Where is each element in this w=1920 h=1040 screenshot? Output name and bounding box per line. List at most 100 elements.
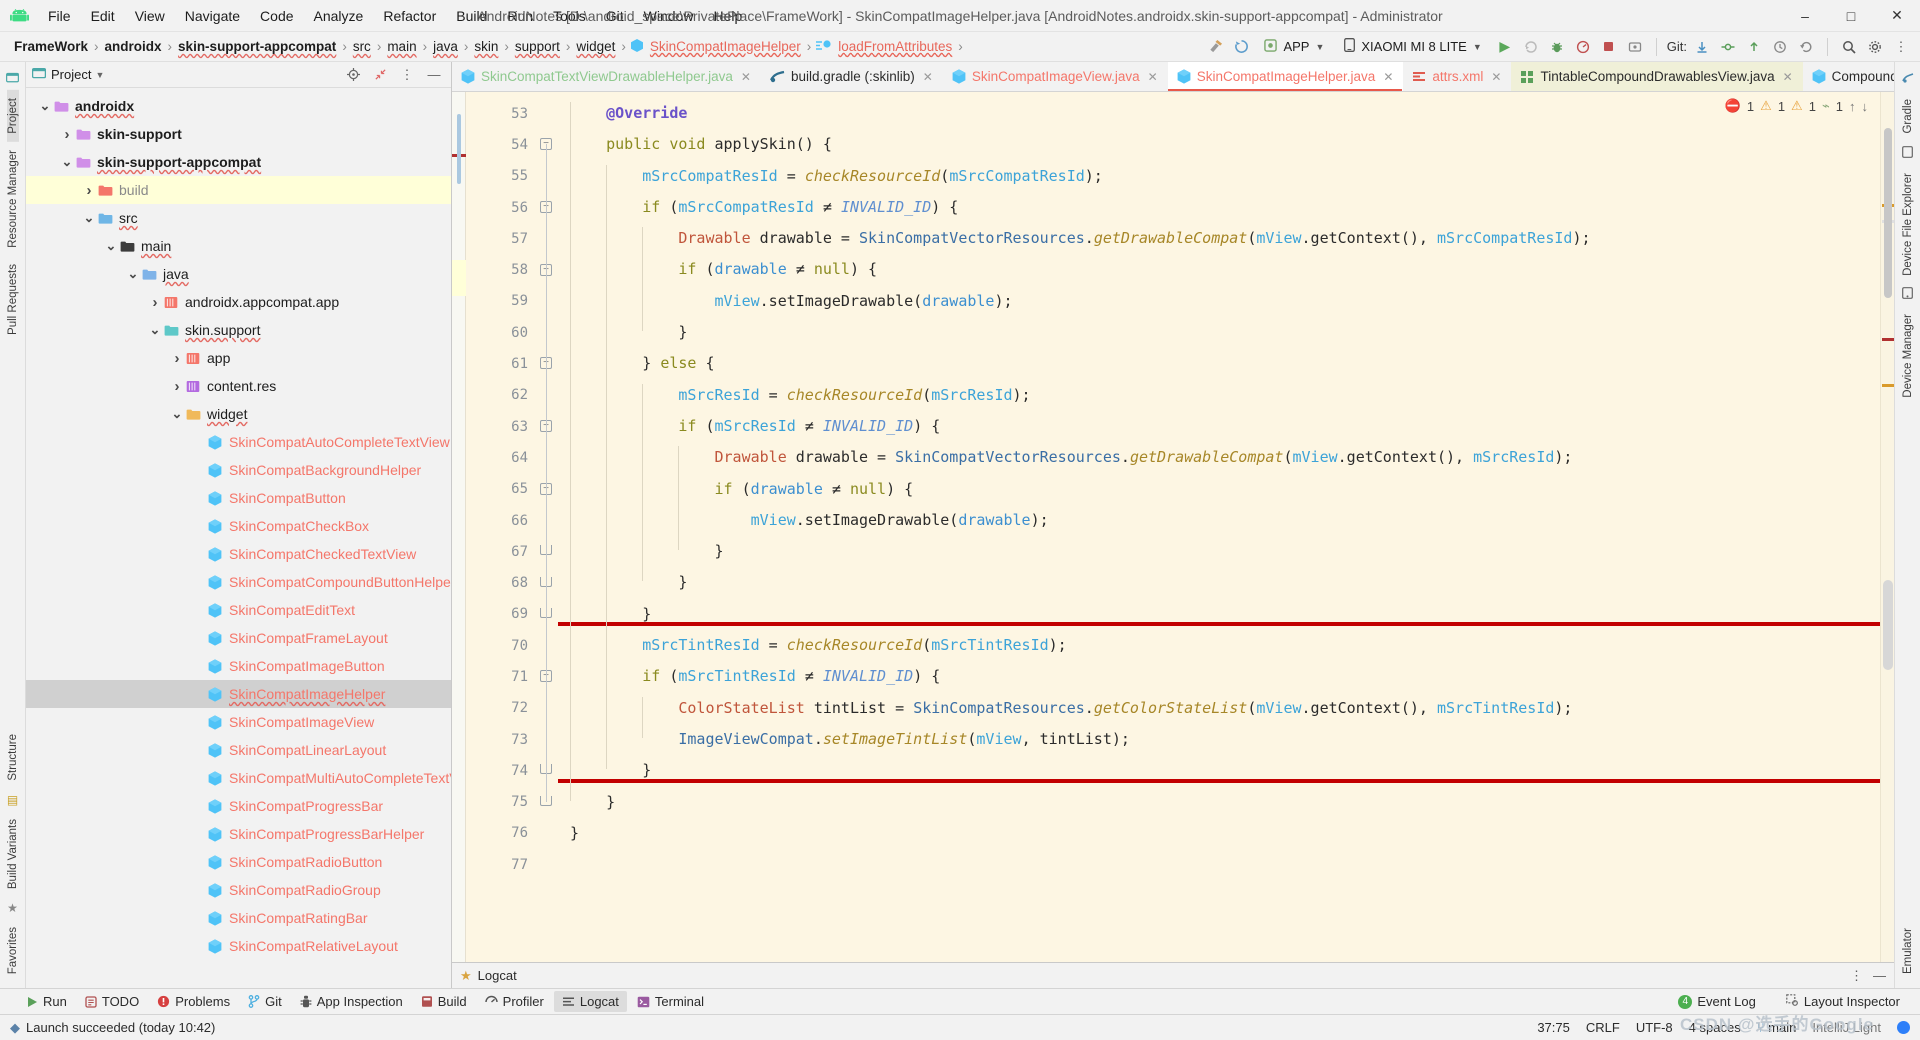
tree-folder-src[interactable]: ⌄ src: [26, 204, 451, 232]
prev-problem-icon[interactable]: ↑: [1849, 99, 1856, 114]
tree-file-SkinCompatEditText[interactable]: SkinCompatEditText: [26, 596, 451, 624]
git-history-icon[interactable]: [1769, 36, 1791, 58]
editor-tab-TintableCompoundDrawablesView.java[interactable]: TintableCompoundDrawablesView.java ✕: [1511, 62, 1803, 91]
tab-close-icon[interactable]: ✕: [1491, 70, 1501, 84]
tree-file-SkinCompatLinearLayout[interactable]: SkinCompatLinearLayout: [26, 736, 451, 764]
tree-file-SkinCompatRadioGroup[interactable]: SkinCompatRadioGroup: [26, 876, 451, 904]
layout-inspector-button[interactable]: Layout Inspector: [1778, 991, 1908, 1012]
breadcrumb-method[interactable]: loadFromAttributes: [834, 39, 956, 54]
error-stripe-marker[interactable]: [1882, 338, 1894, 341]
tab-close-icon[interactable]: ✕: [741, 70, 751, 84]
maximize-button[interactable]: □: [1828, 0, 1874, 31]
editor-tab-bar[interactable]: SkinCompatTextViewDrawableHelper.java ✕ bu…: [452, 62, 1894, 92]
code-folding-column[interactable]: −−−−−−−: [536, 92, 558, 962]
tree-file-SkinCompatImageView[interactable]: SkinCompatImageView: [26, 708, 451, 736]
line-separator[interactable]: CRLF: [1586, 1020, 1620, 1035]
breadcrumb-widget[interactable]: widget: [572, 39, 619, 54]
logcat-header-actions[interactable]: ⋮ —: [1850, 968, 1886, 984]
hammer-icon[interactable]: [1204, 36, 1226, 58]
rail-item-device-file-explorer[interactable]: Device File Explorer: [1902, 165, 1914, 284]
profile-icon[interactable]: [1572, 36, 1594, 58]
menu-tools[interactable]: Tools: [543, 5, 596, 27]
tree-folder-skin.support[interactable]: ⌄ skin.support: [26, 316, 451, 344]
tree-folder-main[interactable]: ⌄ main: [26, 232, 451, 260]
tree-file-SkinCompatFrameLayout[interactable]: SkinCompatFrameLayout: [26, 624, 451, 652]
breadcrumb[interactable]: FrameWork › androidx › skin-support-appc…: [10, 38, 965, 55]
project-tree[interactable]: ⌄ androidx › skin-support ⌄ skin-support-appc…: [26, 88, 451, 988]
tree-folder-skin-support-appcompat[interactable]: ⌄ skin-support-appcompat: [26, 148, 451, 176]
tree-file-SkinCompatBackgroundHelper[interactable]: SkinCompatBackgroundHelper: [26, 456, 451, 484]
git-push-icon[interactable]: [1743, 36, 1765, 58]
rail-item-gradle[interactable]: Gradle: [1902, 91, 1914, 142]
tool-window-bar-right[interactable]: 4 Event Log Layout Inspector: [1670, 991, 1920, 1012]
rail-item-pull-requests[interactable]: Pull Requests: [7, 256, 19, 343]
breadcrumb-support[interactable]: support: [511, 39, 564, 54]
tree-folder-java[interactable]: ⌄ java: [26, 260, 451, 288]
tab-close-icon[interactable]: ✕: [1783, 70, 1793, 84]
menu-file[interactable]: File: [38, 5, 81, 27]
menu-navigate[interactable]: Navigate: [175, 5, 250, 27]
status-bar-right[interactable]: 37:75 CRLF UTF-8 4 spaces ⑂ main Intelli…: [1537, 1015, 1910, 1035]
locate-icon[interactable]: [342, 64, 364, 86]
run-configuration-selector[interactable]: APP ▼: [1256, 36, 1332, 58]
gradle-sync-icon[interactable]: [1230, 36, 1252, 58]
chevron-right-icon[interactable]: ›: [170, 350, 184, 367]
menu-analyze[interactable]: Analyze: [304, 5, 374, 27]
caret-position[interactable]: 37:75: [1537, 1020, 1570, 1035]
breadcrumb-class[interactable]: SkinCompatImageHelper: [646, 39, 805, 54]
git-update-icon[interactable]: [1691, 36, 1713, 58]
menu-window[interactable]: Window: [634, 5, 704, 27]
tool-window-app-inspection[interactable]: App Inspection: [292, 991, 411, 1012]
tree-file-SkinCompatCheckedTextView[interactable]: SkinCompatCheckedTextView: [26, 540, 451, 568]
editor-tab-SkinCompatImageHelper.java[interactable]: SkinCompatImageHelper.java ✕: [1167, 62, 1404, 91]
right-rail-bottom[interactable]: Emulator: [1902, 920, 1914, 988]
breadcrumb-main[interactable]: main: [383, 39, 420, 54]
tree-folder-widget[interactable]: ⌄ widget: [26, 400, 451, 428]
menu-help[interactable]: Help: [703, 5, 752, 27]
menu-bar[interactable]: File Edit View Navigate Code Analyze Ref…: [38, 5, 752, 27]
window-controls[interactable]: – □ ✕: [1782, 0, 1920, 31]
tree-folder-build[interactable]: › build: [26, 176, 451, 204]
breadcrumb-androidx[interactable]: androidx: [101, 39, 166, 54]
chevron-down-icon[interactable]: ⌄: [60, 154, 74, 170]
chevron-right-icon[interactable]: ›: [170, 378, 184, 395]
tool-window-git[interactable]: Git: [240, 991, 290, 1012]
search-icon[interactable]: [1838, 36, 1860, 58]
panel-options-icon[interactable]: ⋮: [396, 64, 418, 86]
tree-file-SkinCompatImageHelper[interactable]: SkinCompatImageHelper: [26, 680, 451, 708]
chevron-down-icon[interactable]: ⌄: [38, 98, 52, 114]
git-revert-icon[interactable]: [1795, 36, 1817, 58]
attach-debugger-icon[interactable]: [1624, 36, 1646, 58]
scrollbar-secondary[interactable]: [1883, 580, 1893, 670]
indent-setting[interactable]: 4 spaces: [1689, 1020, 1741, 1035]
chevron-down-icon[interactable]: ⌄: [170, 406, 184, 422]
more-options-icon[interactable]: ⋮: [1890, 36, 1912, 58]
tree-folder-androidx.appcompat.app[interactable]: › androidx.appcompat.app: [26, 288, 451, 316]
rail-item-project[interactable]: Project: [6, 90, 19, 142]
left-tool-rail[interactable]: Project Resource Manager Pull Requests S…: [0, 62, 26, 988]
tree-file-SkinCompatMultiAutoCompleteTextView[interactable]: SkinCompatMultiAutoCompleteTextView: [26, 764, 451, 792]
apply-changes-icon[interactable]: [1520, 36, 1542, 58]
gear-icon[interactable]: [1864, 36, 1886, 58]
tree-file-SkinCompatRatingBar[interactable]: SkinCompatRatingBar: [26, 904, 451, 932]
tree-file-SkinCompatRadioButton[interactable]: SkinCompatRadioButton: [26, 848, 451, 876]
chevron-down-icon[interactable]: ▼: [95, 70, 104, 80]
code-content[interactable]: @Override public void applySkin() { mSrc…: [558, 92, 1894, 962]
tool-window-bar[interactable]: Run TODO Problems Git App Inspection Build Pro…: [0, 988, 1920, 1014]
tool-window-profiler[interactable]: Profiler: [477, 991, 552, 1012]
tool-window-problems[interactable]: Problems: [149, 991, 238, 1012]
tree-folder-skin-support[interactable]: › skin-support: [26, 120, 451, 148]
logcat-options-icon[interactable]: ⋮: [1850, 968, 1863, 984]
breadcrumb-skin-support-appcompat[interactable]: skin-support-appcompat: [174, 39, 340, 54]
tree-file-SkinCompatAutoCompleteTextView[interactable]: SkinCompatAutoCompleteTextView: [26, 428, 451, 456]
chevron-right-icon[interactable]: ›: [60, 126, 74, 143]
tab-close-icon[interactable]: ✕: [1383, 70, 1393, 84]
tree-file-SkinCompatButton[interactable]: SkinCompatButton: [26, 484, 451, 512]
tool-window-run[interactable]: Run: [18, 991, 75, 1012]
left-rail-bottom[interactable]: Structure ▤ Build Variants ★ Favorites: [7, 726, 19, 988]
panel-hide-icon[interactable]: —: [423, 64, 445, 86]
menu-view[interactable]: View: [125, 5, 175, 27]
tree-folder-app[interactable]: › app: [26, 344, 451, 372]
project-panel-actions[interactable]: ⋮ —: [342, 64, 445, 86]
breadcrumb-java[interactable]: java: [429, 39, 462, 54]
